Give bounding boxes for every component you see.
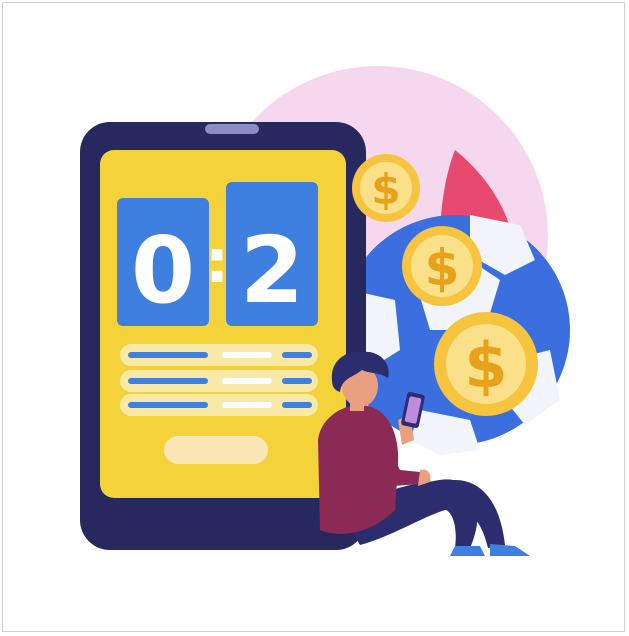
coin-symbol: $ (464, 329, 507, 402)
tablet-button (164, 436, 268, 464)
coin-icon: $ (434, 312, 538, 416)
coin-symbol: $ (371, 165, 400, 214)
coin-icon: $ (352, 154, 420, 222)
coin-symbol: $ (425, 239, 460, 297)
score-separator: : (205, 227, 229, 297)
home-score: 0 (131, 217, 195, 324)
away-score: 2 (240, 217, 304, 324)
coin-icon: $ (402, 226, 482, 306)
betting-illustration: 0 : 2 $ $ $ (80, 66, 570, 556)
stat-rows (120, 344, 318, 416)
